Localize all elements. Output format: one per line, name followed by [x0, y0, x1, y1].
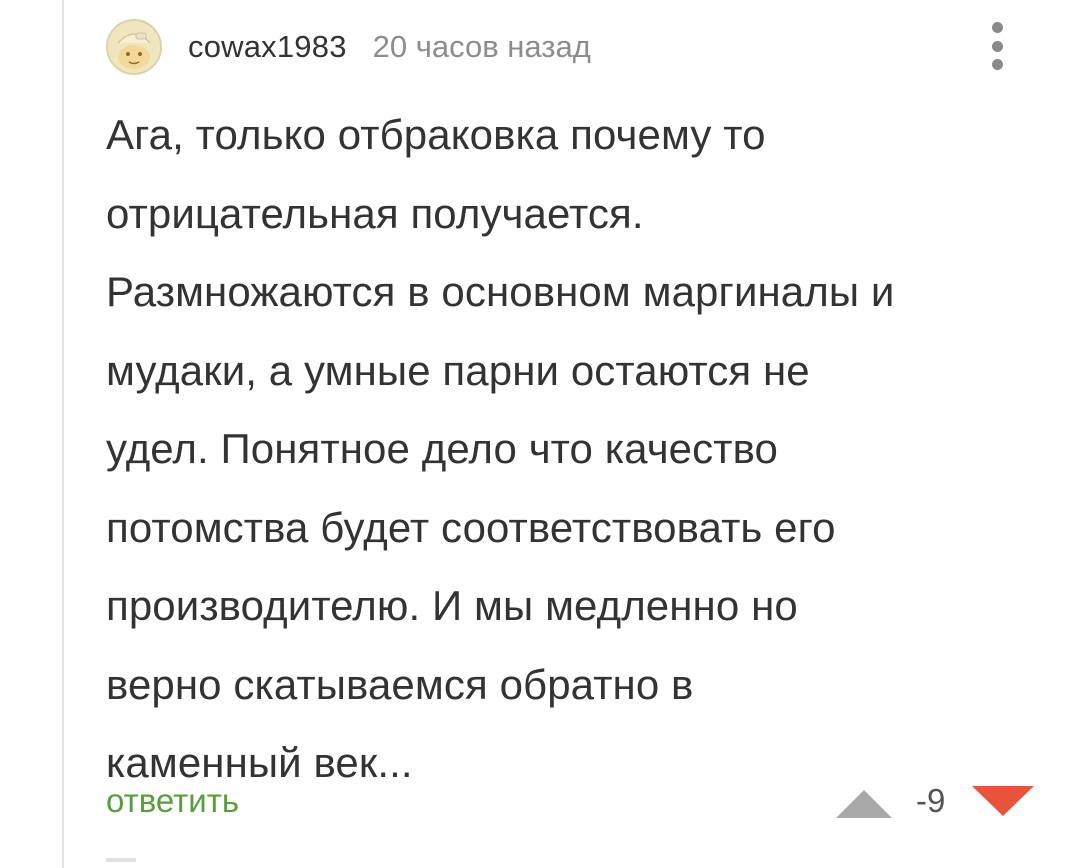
more-vertical-icon — [991, 59, 1003, 70]
next-comment-stub — [106, 858, 136, 862]
reply-button[interactable]: ответить — [106, 782, 239, 820]
comment-actions: ответить -9 — [106, 772, 1041, 832]
more-options-button[interactable] — [982, 18, 1012, 74]
comment-header: cowax1983 20 часов назад — [106, 18, 591, 76]
avatar[interactable] — [106, 19, 162, 75]
upvote-button[interactable] — [836, 790, 892, 818]
comment-thread-line[interactable] — [62, 0, 64, 868]
comment-body: Ага, только отбраковка почему то отрицат… — [106, 111, 895, 786]
triangle-down-icon — [972, 786, 1034, 816]
more-vertical-icon — [991, 40, 1003, 52]
downvote-button[interactable] — [972, 786, 1034, 816]
triangle-up-icon — [836, 790, 892, 818]
more-vertical-icon — [991, 22, 1003, 33]
comment: cowax1983 20 часов назад Ага, только отб… — [106, 0, 1066, 868]
avatar-face-icon — [108, 21, 160, 73]
comment-timestamp: 20 часов назад — [372, 29, 591, 64]
author-username[interactable]: cowax1983 — [188, 29, 347, 65]
rating-value: -9 — [916, 782, 946, 819]
